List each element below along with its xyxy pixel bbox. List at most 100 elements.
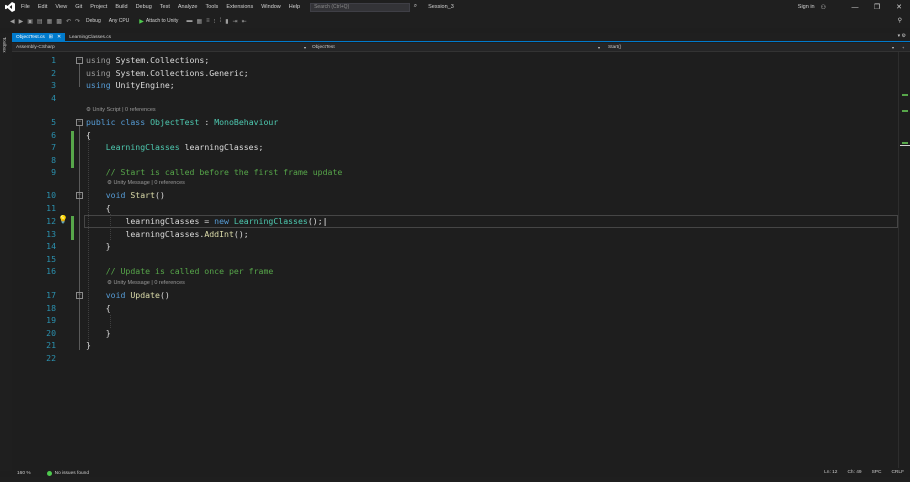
tab-learningclasses[interactable]: LearningClasses.cs <box>65 33 115 41</box>
document-tab-bar: ObjectTest.cs ⊞ ✕ LearningClasses.cs ▾ ⚙ <box>12 33 910 42</box>
save-icon[interactable]: ▦ <box>47 18 53 25</box>
line-number: 7 <box>51 142 56 152</box>
class-dropdown[interactable]: ObjectTest <box>312 45 335 50</box>
configuration-dropdown[interactable]: Debug <box>86 18 101 24</box>
close-tab-icon[interactable]: ✕ <box>57 34 61 40</box>
line-number: 16 <box>46 266 56 276</box>
tab-objecttest[interactable]: ObjectTest.cs ⊞ ✕ <box>12 33 66 41</box>
platform-dropdown[interactable]: Any CPU <box>109 18 130 24</box>
change-marker <box>902 110 908 112</box>
comment-icon[interactable]: ⁝ <box>214 18 216 25</box>
member-dropdown[interactable]: Start() <box>608 45 621 50</box>
code-editor[interactable]: 1 − using System.Collections; 2 using Sy… <box>12 52 898 468</box>
code-line: 9 // Start is called before the first fr… <box>12 166 898 179</box>
close-button[interactable]: ✕ <box>888 3 910 11</box>
open-file-icon[interactable]: ▤ <box>37 18 43 25</box>
search-input[interactable]: Search (Ctrl+Q) ⌕ <box>310 2 417 12</box>
menu-view[interactable]: View <box>51 4 71 10</box>
menu-window[interactable]: Window <box>257 4 285 10</box>
chevron-down-icon[interactable]: ▾ <box>892 45 894 50</box>
codelens-class[interactable]: ⚙ Unity Script | 0 references <box>86 107 156 113</box>
code-line: 16 // Update is called once per frame <box>12 265 898 278</box>
restore-button[interactable]: ❐ <box>866 3 888 11</box>
grid-icon[interactable]: ▦ <box>196 18 202 25</box>
attach-to-unity-button[interactable]: Attach to Unity <box>146 18 179 24</box>
keyword: using <box>86 80 111 90</box>
chevron-down-icon[interactable]: ▾ <box>304 45 306 50</box>
line-ending-indicator[interactable]: CRLF <box>891 470 904 475</box>
code-text: System.Collections; <box>110 55 210 65</box>
code-line: 15 <box>12 253 898 266</box>
code-text: learningClasses. <box>125 228 205 239</box>
code-line: 5 − public class ObjectTest : MonoBehavi… <box>12 116 898 129</box>
menu-test[interactable]: Test <box>156 4 174 10</box>
menu-project[interactable]: Project <box>86 4 111 10</box>
code-line: 11 { <box>12 202 898 215</box>
menu-debug[interactable]: Debug <box>132 4 156 10</box>
code-line: 7 LearningClasses learningClasses; <box>12 141 898 154</box>
method-name: Update <box>130 290 160 300</box>
code-text: () <box>155 190 165 200</box>
uncomment-icon[interactable]: ⁞ <box>220 18 222 24</box>
bookmark-icon[interactable]: ▮ <box>225 18 228 25</box>
save-all-icon[interactable]: ▩ <box>56 18 62 25</box>
code-text: System.Collections.Generic; <box>110 67 249 78</box>
menu-help[interactable]: Help <box>285 4 304 10</box>
minimize-button[interactable]: — <box>844 4 866 11</box>
text-cursor: | <box>322 216 328 226</box>
split-icon[interactable]: + <box>902 45 904 50</box>
new-project-icon[interactable]: ▣ <box>27 18 33 25</box>
zoom-dropdown[interactable]: 160 % <box>17 471 31 476</box>
codelens-start[interactable]: ⚙ Unity Message | 0 references <box>107 180 185 186</box>
code-text: : <box>199 117 215 127</box>
menu-build[interactable]: Build <box>111 4 131 10</box>
chevron-down-icon[interactable]: ▾ <box>598 45 600 50</box>
column-indicator[interactable]: Ch: 49 <box>847 470 861 475</box>
collapse-icon[interactable]: − <box>76 119 83 126</box>
sign-in-link[interactable]: Sign in <box>798 4 815 10</box>
visual-studio-logo-icon <box>3 0 17 14</box>
class-name: ObjectTest <box>150 117 200 127</box>
menu-file[interactable]: File <box>17 4 34 10</box>
undo-icon[interactable]: ↶ <box>66 18 71 25</box>
toolbar: ◀ ▶ ▣ ▤ ▦ ▩ ↶ ↷ Debug Any CPU ▶ Attach t… <box>0 14 910 28</box>
keyword: new <box>214 216 229 226</box>
account-icon[interactable]: ⚇ <box>821 4 826 11</box>
line-indicator[interactable]: Ln: 12 <box>824 470 837 475</box>
menu-tools[interactable]: Tools <box>201 4 222 10</box>
keyword: class <box>120 117 146 127</box>
session-title: Session_3 <box>428 4 454 10</box>
redo-icon[interactable]: ↷ <box>75 18 80 25</box>
menu-extensions[interactable]: Extensions <box>222 4 257 10</box>
forward-icon[interactable]: ▶ <box>19 18 24 25</box>
code-line: 19 <box>12 314 898 327</box>
code-text: (); <box>307 216 323 226</box>
tab-overflow-icon[interactable]: ▾ ⚙ <box>898 33 906 39</box>
collapse-icon[interactable]: − <box>76 292 83 299</box>
toolbox-strip[interactable]: Toolbox <box>0 33 12 471</box>
codelens-update[interactable]: ⚙ Unity Message | 0 references <box>107 280 185 286</box>
outdent-icon[interactable]: ⇤ <box>242 18 247 25</box>
lightbulb-icon[interactable]: 💡 <box>58 215 68 224</box>
format-icon[interactable]: ≡ <box>206 18 210 24</box>
collapse-icon[interactable]: − <box>76 57 83 64</box>
toolbox-label[interactable]: Toolbox <box>2 37 7 53</box>
menu-analyze[interactable]: Analyze <box>174 4 202 10</box>
check-icon <box>46 470 52 476</box>
back-icon[interactable]: ◀ <box>10 18 15 25</box>
menu-git[interactable]: Git <box>71 4 86 10</box>
start-debug-icon[interactable]: ▶ <box>139 18 144 25</box>
menu-edit[interactable]: Edit <box>34 4 51 10</box>
live-share-icon[interactable]: ⚲ <box>898 17 902 24</box>
indent-icon[interactable]: ⇥ <box>233 18 238 25</box>
whitespace-indicator[interactable]: SPC <box>872 470 882 475</box>
project-dropdown[interactable]: Assembly-CSharp <box>16 45 55 50</box>
keyword: void <box>105 190 126 200</box>
keyword: using <box>86 55 111 65</box>
folder-icon[interactable]: ▬ <box>186 18 192 24</box>
vertical-scrollbar[interactable] <box>898 52 910 468</box>
keyword: void <box>105 290 126 300</box>
issues-indicator[interactable]: No issues found <box>46 470 89 476</box>
collapse-icon[interactable]: − <box>76 192 83 199</box>
pin-icon[interactable]: ⊞ <box>49 34 53 40</box>
